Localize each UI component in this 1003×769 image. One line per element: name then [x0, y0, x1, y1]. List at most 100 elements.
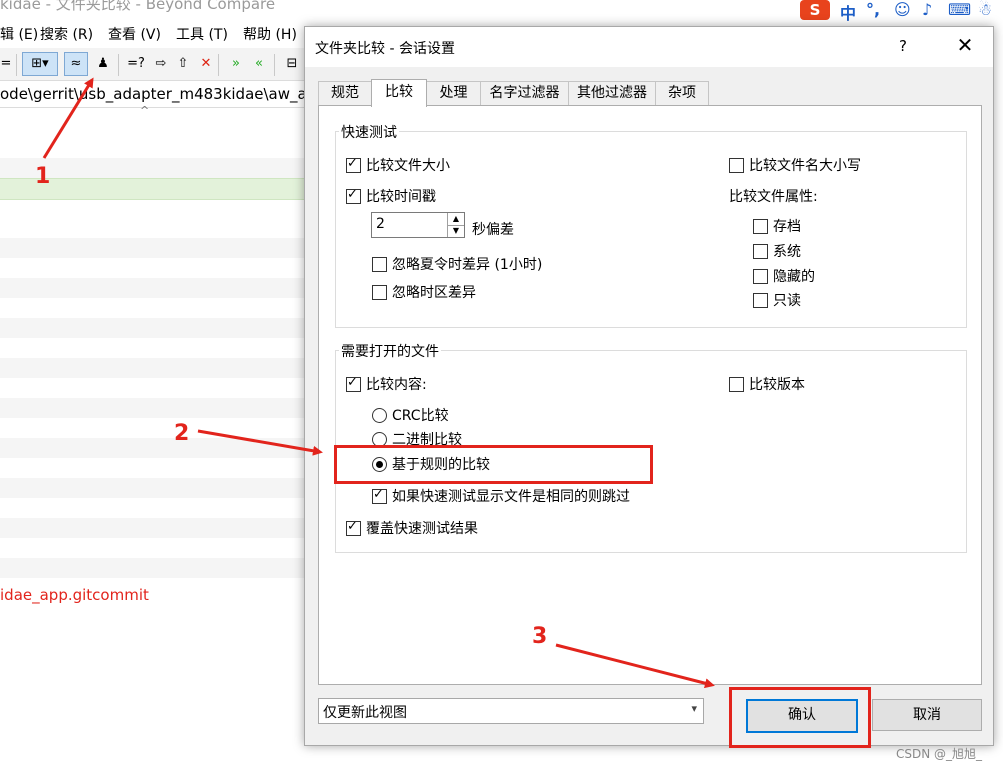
tb-compare-question-icon[interactable]: =?: [126, 54, 146, 74]
open-files-label: 需要打开的文件: [339, 341, 441, 361]
tab-other-filters[interactable]: 其他过滤器: [568, 81, 656, 105]
override-quick-checkbox[interactable]: [346, 519, 361, 536]
compare-size-label[interactable]: 比较文件大小: [366, 155, 450, 175]
ime-keyboard-icon[interactable]: ⌨: [948, 0, 971, 19]
quick-test-label: 快速测试: [339, 122, 399, 142]
crc-compare-label[interactable]: CRC比较: [392, 405, 449, 425]
skip-if-same-label[interactable]: 如果快速测试显示文件是相同的则跳过: [392, 486, 630, 506]
bg-menu-bar: 辑 (E) 搜索 (R) 查看 (V) 工具 (T) 帮助 (H): [0, 20, 310, 46]
ime-lang-indicator[interactable]: 中: [840, 0, 856, 24]
annotation-number-1: 1: [35, 164, 51, 189]
compare-tab-panel: 快速测试 比较文件大小 比较文件名大小写 比较时间戳 比较文件属性: 存档 系统…: [318, 105, 982, 685]
time-offset-spinner[interactable]: 2 ▲ ▼: [371, 212, 465, 238]
time-offset-value[interactable]: 2: [376, 216, 385, 232]
compare-case-checkbox[interactable]: [729, 158, 744, 173]
annotation-number-2: 2: [174, 421, 190, 446]
tb-approx-icon[interactable]: ≈: [64, 52, 88, 76]
tab-name-filters[interactable]: 名字过滤器: [480, 81, 569, 105]
annotation-box-ok: [729, 687, 871, 748]
ime-mic-icon[interactable]: ♪: [922, 0, 932, 19]
ignore-dst-label[interactable]: 忽略夏令时差异 (1小时): [392, 254, 542, 274]
spinner-buttons: ▲ ▼: [447, 213, 464, 237]
table-row[interactable]: [0, 518, 310, 538]
override-quick-label[interactable]: 覆盖快速测试结果: [366, 518, 478, 538]
menu-edit[interactable]: 辑 (E): [0, 24, 38, 44]
attr-hidden-label[interactable]: 隐藏的: [773, 266, 815, 286]
dialog-title: 文件夹比较 - 会话设置: [315, 41, 455, 57]
close-icon[interactable]: ✕: [953, 33, 977, 57]
compare-version-label[interactable]: 比较版本: [749, 374, 805, 394]
tab-spec[interactable]: 规范: [318, 81, 372, 105]
bg-path-bar[interactable]: ode\gerrit\usb_adapter_m483kidae\aw_ap: [0, 81, 316, 108]
bg-toolbar: = ⊞▾ ≈ ♟ =? ⇨ ⇧ ✕ » « ⊟: [0, 48, 310, 81]
spinner-down-icon[interactable]: ▼: [448, 225, 464, 237]
ime-punct-indicator[interactable]: °,: [866, 0, 880, 19]
toolbar-separator: [218, 54, 219, 76]
compare-attrs-label: 比较文件属性:: [729, 189, 818, 205]
ignore-dst-checkbox[interactable]: [372, 257, 387, 272]
tab-handling[interactable]: 处理: [426, 81, 481, 105]
bg-path-text: ode\gerrit\usb_adapter_m483kidae\aw_ap: [0, 85, 317, 103]
table-row[interactable]: [0, 238, 310, 258]
ime-emoji-icon[interactable]: ☺: [894, 0, 911, 19]
bg-window-title: kidae - 文件夹比较 - Beyond Compare: [0, 0, 276, 13]
attr-readonly-checkbox[interactable]: [753, 293, 768, 308]
scope-select-value: 仅更新此视图: [323, 705, 407, 721]
annotation-box-rules: [334, 445, 653, 484]
cancel-button[interactable]: 取消: [872, 699, 982, 731]
scope-select[interactable]: 仅更新此视图 ▾: [318, 698, 704, 724]
toolbar-separator: [274, 54, 275, 76]
compare-content-label[interactable]: 比较内容:: [366, 374, 427, 394]
ignore-tz-label[interactable]: 忽略时区差异: [392, 282, 476, 302]
tb-prev-diff-icon[interactable]: «: [249, 54, 269, 74]
tab-misc[interactable]: 杂项: [655, 81, 709, 105]
attr-hidden-checkbox[interactable]: [753, 269, 768, 284]
menu-help[interactable]: 帮助 (H): [243, 24, 297, 44]
tb-session-settings-icon[interactable]: ♟: [93, 54, 113, 74]
sogou-logo-icon[interactable]: S: [800, 0, 830, 20]
help-icon[interactable]: ?: [899, 37, 907, 55]
ime-toolbar[interactable]: S 中 °, ☺ ♪ ⌨ ☃: [800, 0, 1003, 24]
table-row[interactable]: [0, 278, 310, 298]
annotation-number-3: 3: [532, 624, 548, 649]
tb-tree-icon[interactable]: ⊟: [282, 54, 302, 74]
table-row[interactable]: [0, 478, 310, 498]
menu-tools[interactable]: 工具 (T): [176, 24, 228, 44]
compare-version-checkbox[interactable]: [729, 377, 744, 392]
toolbar-separator: [16, 54, 17, 76]
attr-system-label[interactable]: 系统: [773, 241, 801, 261]
tb-equal-icon[interactable]: =: [0, 54, 16, 74]
attr-archive-checkbox[interactable]: [753, 219, 768, 234]
table-row[interactable]: [0, 438, 310, 458]
attr-system-checkbox[interactable]: [753, 244, 768, 259]
compare-case-label[interactable]: 比较文件名大小写: [749, 155, 861, 175]
chevron-down-icon[interactable]: ▾: [691, 702, 697, 715]
compare-size-checkbox[interactable]: [346, 156, 361, 173]
tb-arrow-right-icon[interactable]: ⇨: [151, 54, 171, 74]
toolbar-separator: [118, 54, 119, 76]
attr-readonly-label[interactable]: 只读: [773, 290, 801, 310]
attr-archive-label[interactable]: 存档: [773, 216, 801, 236]
tb-folder-sync-icon[interactable]: ⇧: [173, 54, 193, 74]
menu-view[interactable]: 查看 (V): [108, 24, 161, 44]
table-row[interactable]: [0, 398, 310, 418]
tab-compare[interactable]: 比较: [371, 79, 427, 107]
table-row[interactable]: [0, 558, 310, 578]
session-settings-dialog: 文件夹比较 - 会话设置 ? ✕ 规范 比较 处理 名字过滤器 其他过滤器 杂项…: [304, 26, 994, 746]
skip-if-same-checkbox[interactable]: [372, 487, 387, 504]
ignore-tz-checkbox[interactable]: [372, 285, 387, 300]
menu-search[interactable]: 搜索 (R): [40, 24, 93, 44]
compare-time-label[interactable]: 比较时间戳: [366, 186, 436, 206]
time-offset-unit-label: 秒偏差: [472, 222, 514, 238]
compare-content-checkbox[interactable]: [346, 375, 361, 392]
table-row[interactable]: [0, 358, 310, 378]
table-row[interactable]: [0, 318, 310, 338]
bg-red-file-name[interactable]: idae_app.gitcommit: [0, 586, 149, 604]
crc-compare-radio[interactable]: [372, 408, 387, 423]
tb-next-diff-icon[interactable]: »: [226, 54, 246, 74]
ime-user-icon[interactable]: ☃: [978, 0, 992, 19]
tb-delete-icon[interactable]: ✕: [196, 54, 216, 74]
tb-filter-dropdown-icon[interactable]: ⊞▾: [22, 52, 58, 76]
compare-time-checkbox[interactable]: [346, 187, 361, 204]
bg-file-list: ^ idae_app.gitcommit: [0, 104, 310, 769]
